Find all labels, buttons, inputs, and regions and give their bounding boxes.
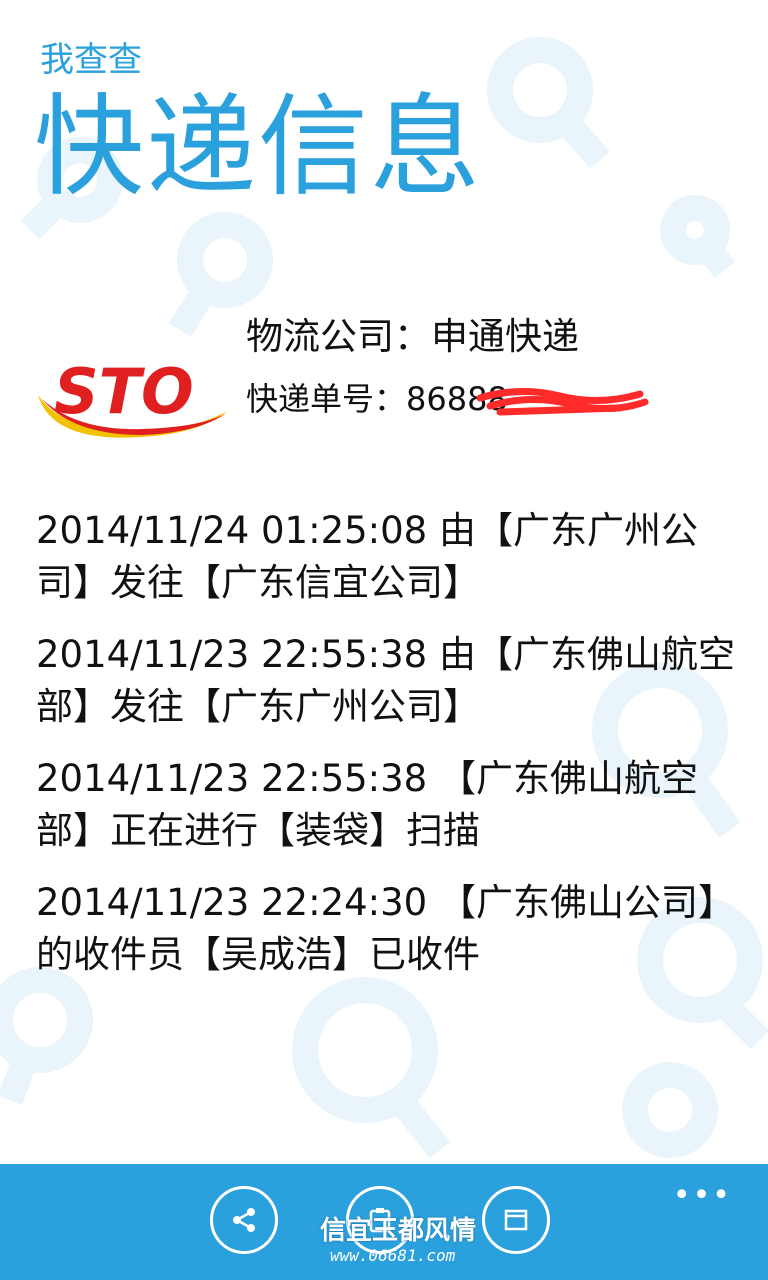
watermark-title: 信宜玉都风情 bbox=[320, 1216, 477, 1246]
company-label: 物流公司： bbox=[246, 315, 431, 358]
company-row: 物流公司：申通快递 bbox=[246, 312, 579, 362]
tracking-list: 2014/11/24 01:25:08 由【广东广州公司】发往【广东信宜公司】 … bbox=[36, 505, 736, 1001]
tracking-number-row: 快递单号：86888 bbox=[246, 376, 508, 422]
app-name: 我查查 bbox=[40, 40, 142, 80]
tracking-event: 2014/11/23 22:55:38 【广东佛山航空部】正在进行【装袋】扫描 bbox=[36, 757, 698, 852]
redaction-scribble bbox=[476, 388, 649, 416]
tracking-event: 2014/11/24 01:25:08 由【广东广州公司】发往【广东信宜公司】 bbox=[36, 509, 698, 604]
tracking-event: 2014/11/23 22:55:38 由【广东佛山航空部】发往【广东广州公司】 bbox=[36, 633, 735, 728]
pin-button[interactable] bbox=[482, 1186, 550, 1254]
app-bar: ••• 信宜玉都风情 www.06681.com bbox=[0, 1164, 768, 1280]
watermark-url: www.06681.com bbox=[330, 1246, 456, 1265]
share-icon bbox=[233, 1208, 255, 1232]
company-value: 申通快递 bbox=[431, 315, 579, 358]
svg-text:STO: STO bbox=[54, 355, 194, 428]
share-button[interactable] bbox=[210, 1186, 278, 1254]
window-icon bbox=[504, 1209, 528, 1231]
more-options-button[interactable]: ••• bbox=[673, 1178, 732, 1213]
tracking-event: 2014/11/23 22:24:30 【广东佛山公司】的收件员【吴成浩】已收件 bbox=[36, 881, 735, 976]
page-title: 快递信息 bbox=[34, 83, 482, 211]
sto-logo: STO bbox=[38, 355, 227, 438]
tracking-number-label: 快递单号： bbox=[246, 380, 407, 418]
